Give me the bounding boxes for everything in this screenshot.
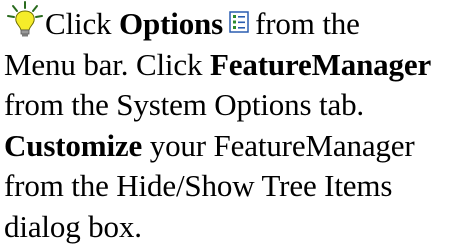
tip-featuremanager-bold: FeatureManager (209, 46, 432, 82)
tip-text-from-the: from the (255, 6, 360, 41)
tip-paragraph: Click Options from the Menu bar. Click F… (4, 0, 456, 247)
tip-line-4: Customize your FeatureManager (4, 126, 456, 167)
tip-line-6: dialog box. (4, 208, 142, 244)
tip-text-click: Click (45, 6, 120, 41)
tip-options-bold: Options (119, 6, 224, 41)
tip-line-5: from the Hide/Show Tree Items (4, 168, 393, 203)
tip-line-1: Click Options from the (4, 0, 456, 45)
tip-text-your-featuremanager: your FeatureManager (142, 127, 415, 163)
tip-line-2: Menu bar. Click FeatureManager (4, 45, 456, 86)
tip-line-3: from the System Options tab. (4, 87, 365, 122)
lightbulb-icon (7, 1, 43, 37)
tip-customize-bold: Customize (4, 127, 143, 163)
tip-text-menu-bar: Menu bar. Click (4, 46, 210, 82)
options-checklist-icon (229, 11, 249, 33)
